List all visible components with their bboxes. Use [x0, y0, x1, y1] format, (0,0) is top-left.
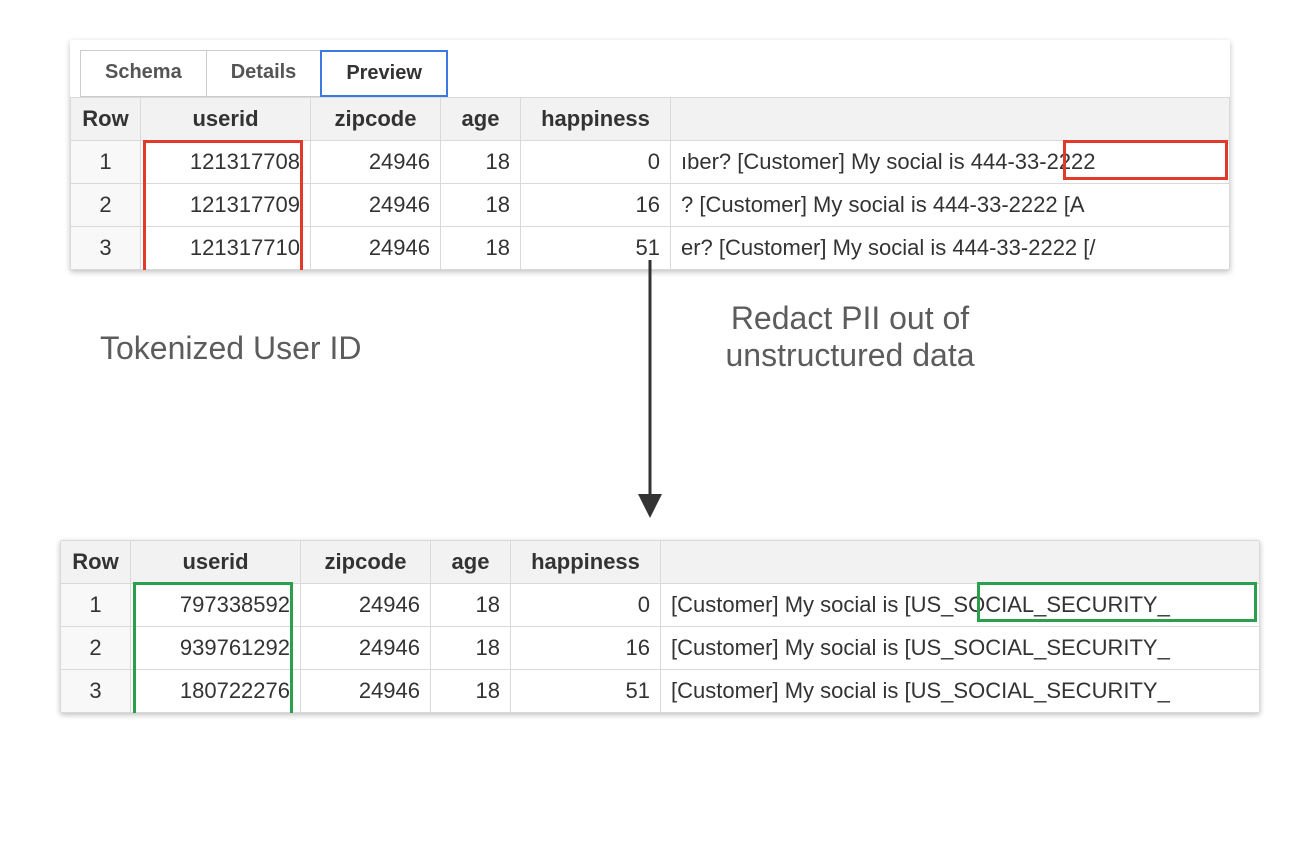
- cell-happiness: 16: [511, 627, 661, 670]
- cell-text: [Customer] My social is [US_SOCIAL_SECUR…: [661, 670, 1260, 713]
- col-header-userid: userid: [141, 98, 311, 141]
- cell-zipcode: 24946: [311, 227, 441, 270]
- col-header-zipcode: zipcode: [311, 98, 441, 141]
- before-panel: Schema Details Preview Row userid zipcod…: [70, 40, 1230, 270]
- cell-row: 2: [71, 184, 141, 227]
- cell-zipcode: 24946: [311, 141, 441, 184]
- table-header-row: Row userid zipcode age happiness: [61, 541, 1260, 584]
- cell-userid: 797338592: [131, 584, 301, 627]
- cell-row: 2: [61, 627, 131, 670]
- cell-age: 18: [431, 670, 511, 713]
- caption-redact: Redact PII out of unstructured data: [670, 300, 1030, 374]
- col-header-text: [671, 98, 1230, 141]
- col-header-userid: userid: [131, 541, 301, 584]
- cell-row: 3: [71, 227, 141, 270]
- col-header-happiness: happiness: [521, 98, 671, 141]
- col-header-age: age: [431, 541, 511, 584]
- arrow-down-icon: [630, 260, 670, 520]
- cell-userid: 121317710: [141, 227, 311, 270]
- tab-bar: Schema Details Preview: [70, 40, 1230, 97]
- col-header-text: [661, 541, 1260, 584]
- cell-happiness: 0: [511, 584, 661, 627]
- after-table: Row userid zipcode age happiness 1 79733…: [60, 540, 1260, 713]
- cell-zipcode: 24946: [301, 627, 431, 670]
- cell-zipcode: 24946: [301, 670, 431, 713]
- cell-row: 1: [61, 584, 131, 627]
- cell-row: 3: [61, 670, 131, 713]
- cell-age: 18: [441, 141, 521, 184]
- table-row: 2 121317709 24946 18 16 ? [Customer] My …: [71, 184, 1230, 227]
- cell-zipcode: 24946: [311, 184, 441, 227]
- after-panel: Row userid zipcode age happiness 1 79733…: [60, 540, 1260, 713]
- table-row: 3 180722276 24946 18 51 [Customer] My so…: [61, 670, 1260, 713]
- cell-userid: 180722276: [131, 670, 301, 713]
- tab-details[interactable]: Details: [206, 50, 322, 97]
- col-header-row: Row: [71, 98, 141, 141]
- cell-text: [Customer] My social is [US_SOCIAL_SECUR…: [661, 627, 1260, 670]
- cell-happiness: 0: [521, 141, 671, 184]
- col-header-row: Row: [61, 541, 131, 584]
- diagram-middle: Tokenized User ID Redact PII out of unst…: [60, 300, 1240, 480]
- table-row: 2 939761292 24946 18 16 [Customer] My so…: [61, 627, 1260, 670]
- cell-age: 18: [441, 184, 521, 227]
- before-table: Row userid zipcode age happiness 1 12131…: [70, 97, 1230, 270]
- cell-text: [Customer] My social is [US_SOCIAL_SECUR…: [661, 584, 1260, 627]
- tab-schema[interactable]: Schema: [80, 50, 207, 97]
- cell-zipcode: 24946: [301, 584, 431, 627]
- tab-preview[interactable]: Preview: [320, 50, 448, 97]
- col-header-happiness: happiness: [511, 541, 661, 584]
- cell-userid: 939761292: [131, 627, 301, 670]
- cell-text: ıber? [Customer] My social is 444-33-222…: [671, 141, 1230, 184]
- cell-happiness: 51: [511, 670, 661, 713]
- table-row: 1 121317708 24946 18 0 ıber? [Customer] …: [71, 141, 1230, 184]
- col-header-age: age: [441, 98, 521, 141]
- cell-row: 1: [71, 141, 141, 184]
- cell-userid: 121317709: [141, 184, 311, 227]
- table-header-row: Row userid zipcode age happiness: [71, 98, 1230, 141]
- cell-age: 18: [431, 627, 511, 670]
- cell-age: 18: [431, 584, 511, 627]
- cell-text: er? [Customer] My social is 444-33-2222 …: [671, 227, 1230, 270]
- cell-age: 18: [441, 227, 521, 270]
- cell-userid: 121317708: [141, 141, 311, 184]
- table-row: 1 797338592 24946 18 0 [Customer] My soc…: [61, 584, 1260, 627]
- col-header-zipcode: zipcode: [301, 541, 431, 584]
- caption-tokenized: Tokenized User ID: [100, 330, 361, 367]
- cell-happiness: 16: [521, 184, 671, 227]
- cell-text: ? [Customer] My social is 444-33-2222 [A: [671, 184, 1230, 227]
